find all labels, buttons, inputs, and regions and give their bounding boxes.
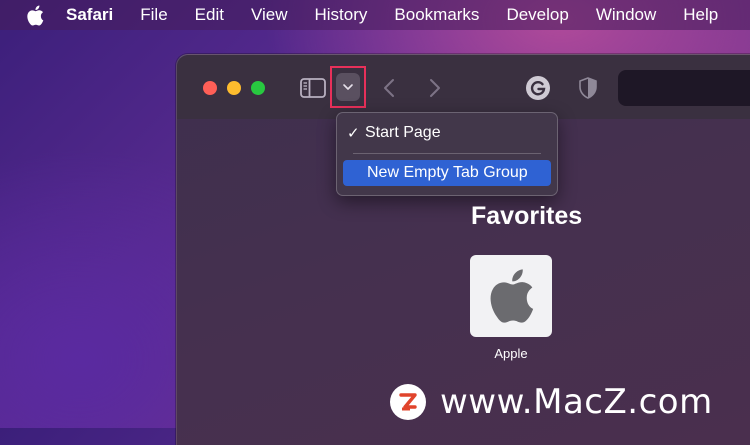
apple-icon [490, 269, 534, 323]
favorites-heading: Favorites [471, 202, 583, 230]
watermark-text: www.MacZ.com [440, 382, 713, 422]
menu-window[interactable]: Window [596, 5, 656, 25]
tab-groups-button[interactable] [330, 66, 366, 108]
menu-file[interactable]: File [140, 5, 167, 25]
chevron-left-icon [384, 79, 394, 97]
apple-menu-icon[interactable] [26, 5, 44, 26]
menu-help[interactable]: Help [683, 5, 718, 25]
tab-groups-menu: ✓ Start Page New Empty Tab Group [336, 112, 558, 196]
favorite-tile-apple[interactable] [470, 255, 552, 337]
watermark: www.MacZ.com [390, 382, 750, 422]
checkmark-icon: ✓ [347, 125, 360, 142]
menu-view[interactable]: View [251, 5, 288, 25]
menu-app-name[interactable]: Safari [66, 5, 113, 25]
chevron-right-icon [430, 79, 440, 97]
chevron-down-icon [336, 73, 360, 101]
favorite-label: Apple [494, 346, 528, 361]
toolbar [177, 55, 750, 119]
minimize-window-button[interactable] [227, 81, 241, 95]
address-bar[interactable] [618, 70, 750, 106]
forward-button[interactable] [425, 76, 445, 100]
menu-bar: Safari File Edit View History Bookmarks … [0, 0, 750, 30]
menu-item-label: New Empty Tab Group [367, 164, 528, 181]
menu-item-start-page[interactable]: ✓ Start Page [343, 120, 551, 146]
menu-edit[interactable]: Edit [195, 5, 224, 25]
menu-bookmarks[interactable]: Bookmarks [394, 5, 479, 25]
menu-item-new-empty-tab-group[interactable]: New Empty Tab Group [343, 160, 551, 186]
sidebar-icon[interactable] [300, 77, 326, 99]
shield-icon[interactable] [577, 76, 599, 100]
menu-separator [353, 153, 541, 154]
menu-item-label: Start Page [365, 124, 441, 141]
grammarly-icon[interactable] [525, 75, 551, 101]
back-button[interactable] [379, 76, 399, 100]
menu-history[interactable]: History [315, 5, 368, 25]
macz-logo-icon [390, 384, 426, 420]
menu-develop[interactable]: Develop [506, 5, 568, 25]
close-window-button[interactable] [203, 81, 217, 95]
zoom-window-button[interactable] [251, 81, 265, 95]
